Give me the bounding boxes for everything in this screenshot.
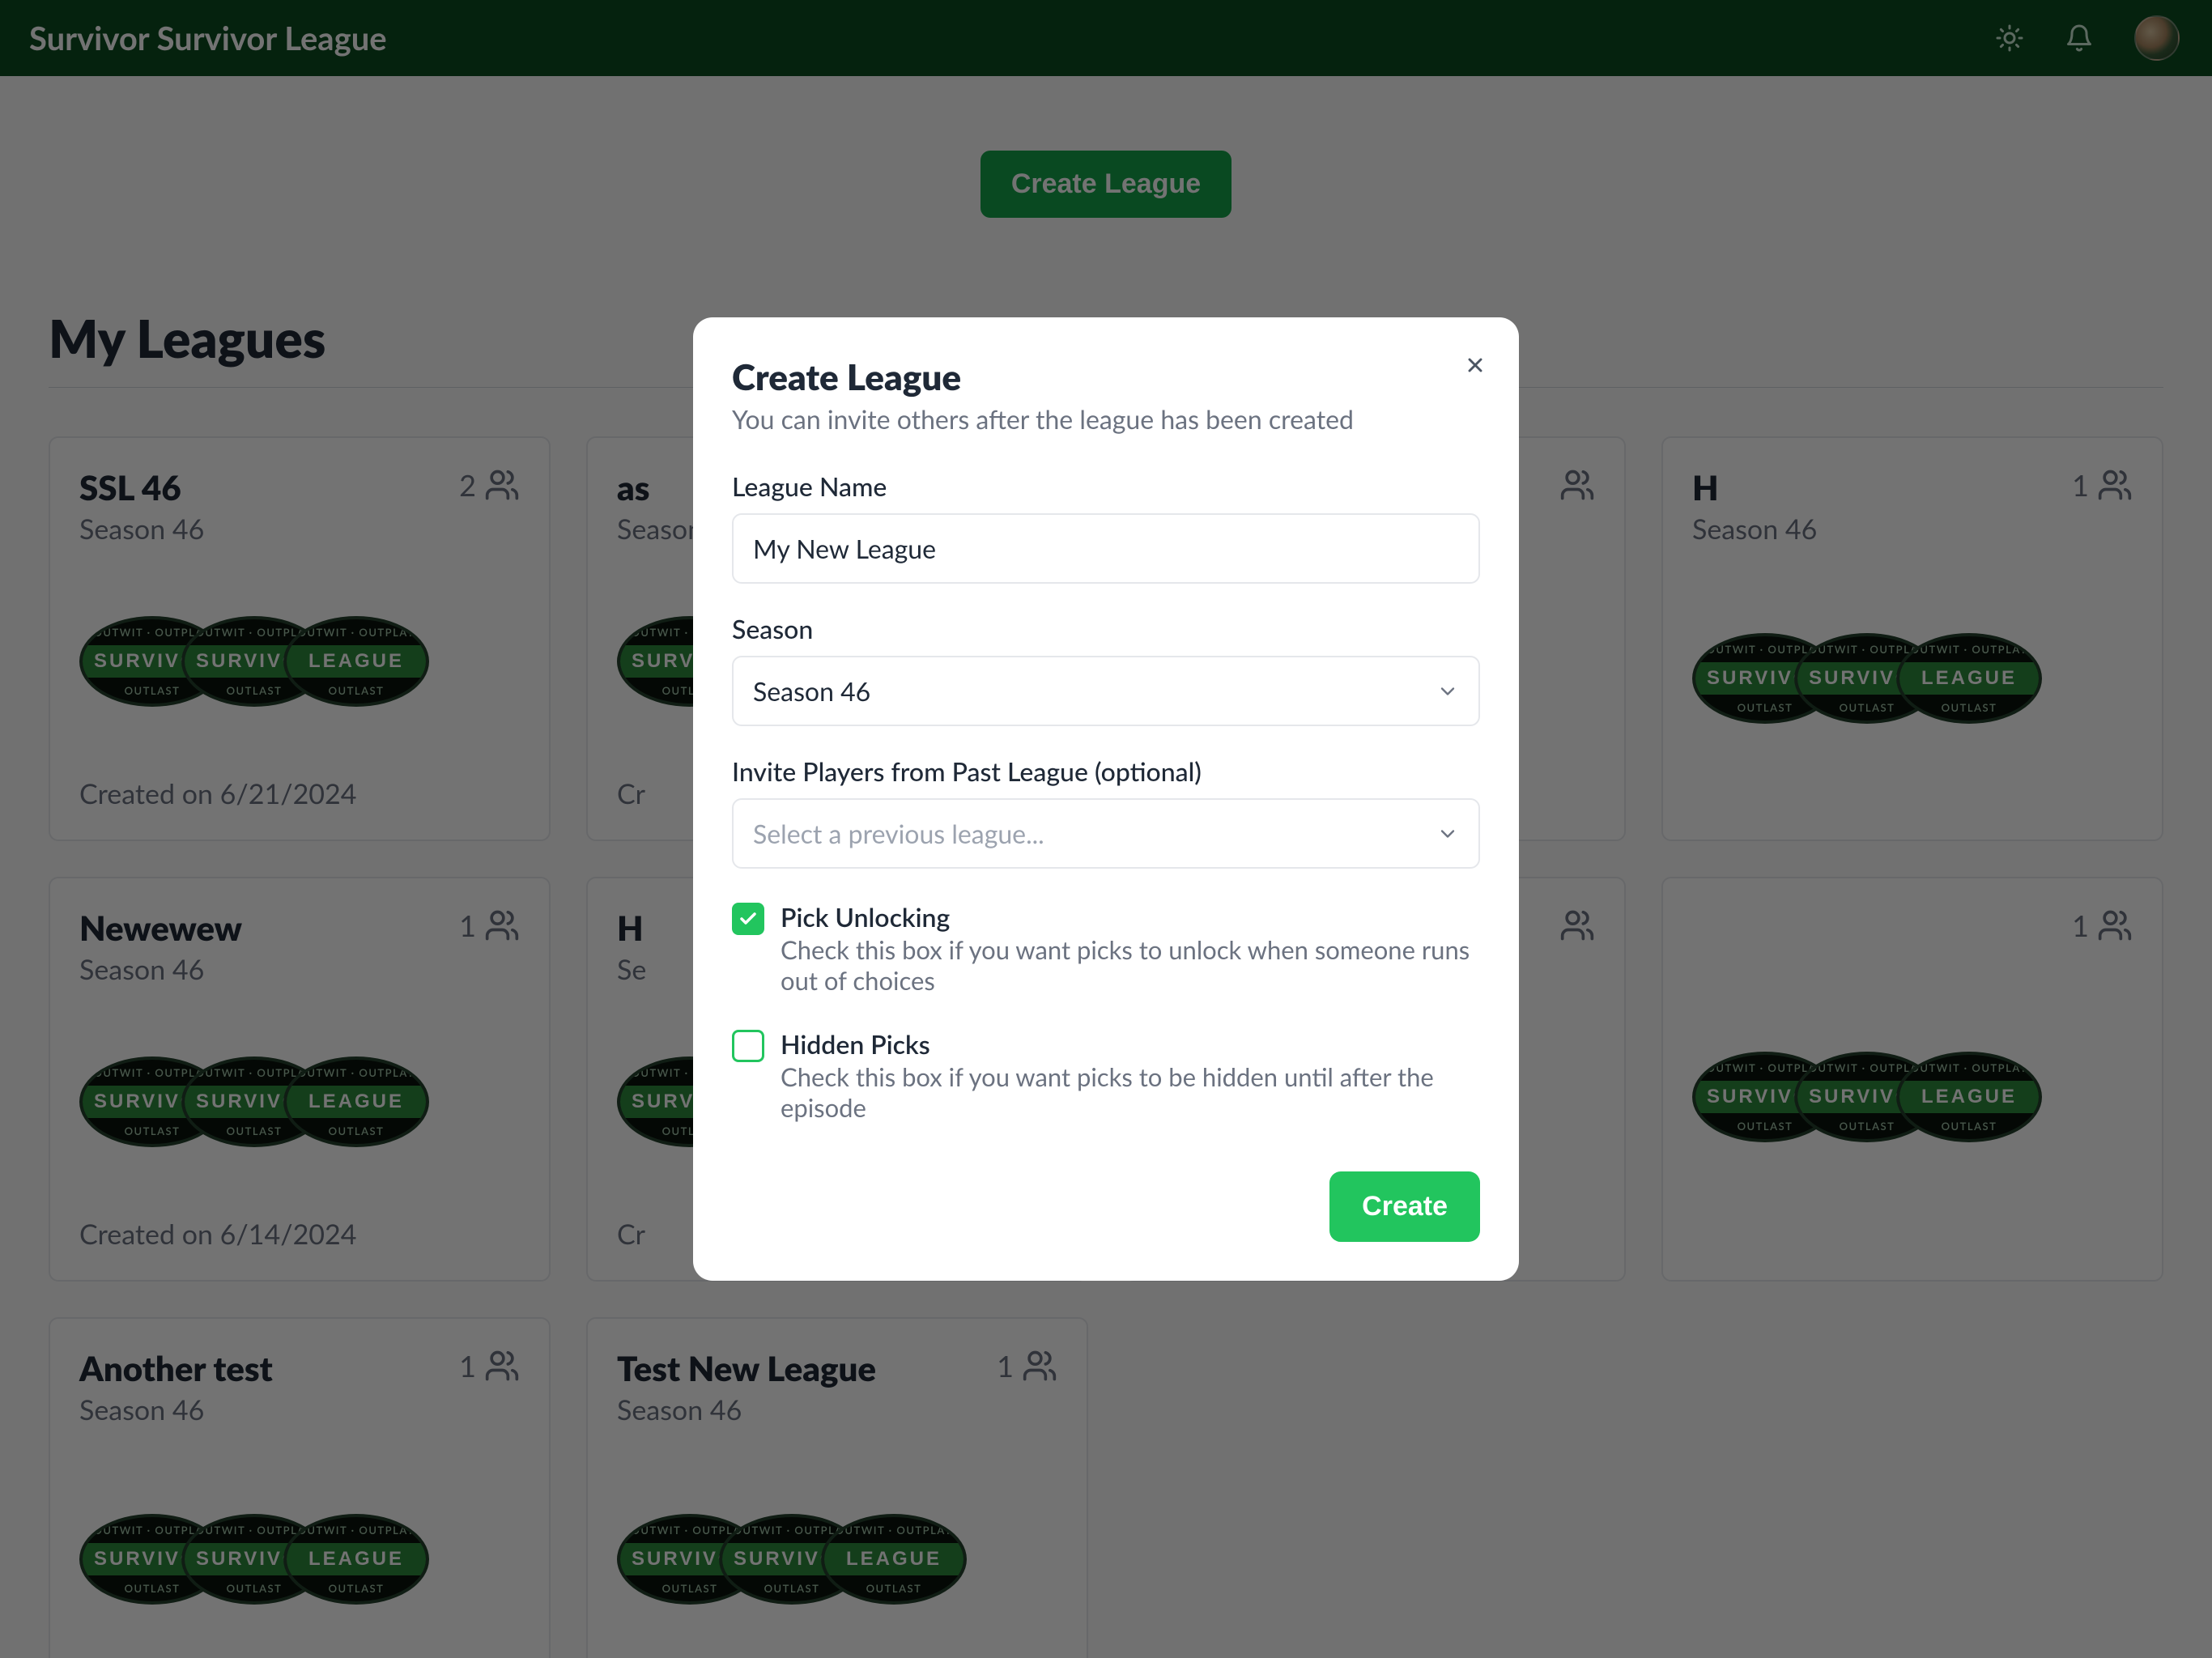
season-select[interactable]: Season 46 — [732, 656, 1480, 726]
hidden-picks-checkbox[interactable] — [732, 1030, 764, 1062]
hidden-picks-title: Hidden Picks — [781, 1028, 1480, 1060]
modal-close-button[interactable] — [1457, 343, 1493, 390]
check-icon — [738, 909, 758, 929]
league-name-label: League Name — [732, 470, 1480, 502]
league-name-input[interactable]: My New League — [732, 513, 1480, 584]
modal-overlay[interactable]: Create League You can invite others afte… — [0, 0, 2212, 1658]
chevron-down-icon — [1436, 823, 1459, 845]
pick-unlocking-desc: Check this box if you want picks to unlo… — [781, 934, 1480, 996]
close-icon — [1464, 354, 1487, 376]
modal-subtitle: You can invite others after the league h… — [732, 403, 1480, 435]
invite-label: Invite Players from Past League (optiona… — [732, 755, 1480, 787]
chevron-down-icon — [1436, 680, 1459, 703]
pick-unlocking-title: Pick Unlocking — [781, 901, 1480, 933]
hidden-picks-desc: Check this box if you want picks to be h… — [781, 1061, 1480, 1123]
create-league-modal: Create League You can invite others afte… — [693, 317, 1519, 1281]
modal-title: Create League — [732, 356, 1480, 398]
season-label: Season — [732, 613, 1480, 644]
invite-past-league-select[interactable]: Select a previous league... — [732, 798, 1480, 869]
create-submit-button[interactable]: Create — [1329, 1171, 1480, 1242]
pick-unlocking-checkbox[interactable] — [732, 903, 764, 935]
